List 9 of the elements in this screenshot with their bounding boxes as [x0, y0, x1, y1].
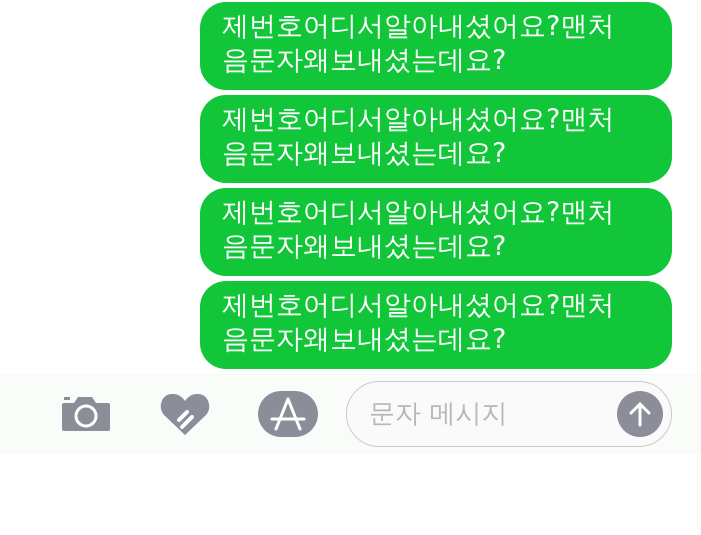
message-bubble: 제번호어디서알아내셨어요?맨처음문자왜보내셨는데요?: [200, 281, 672, 369]
app-store-icon[interactable]: [258, 391, 318, 437]
message-bubble: 제번호어디서알아내셨어요?맨처음문자왜보내셨는데요?: [200, 2, 672, 90]
camera-icon[interactable]: [60, 395, 112, 433]
message-field[interactable]: 문자 메시지: [346, 381, 672, 447]
message-bubble: 제번호어디서알아내셨어요?맨처음문자왜보내셨는데요?: [200, 95, 672, 183]
up-arrow-icon: [627, 401, 653, 427]
message-bubble: 제번호어디서알아내셨어요?맨처음문자왜보내셨는데요?: [200, 188, 672, 276]
heart-icon[interactable]: [160, 393, 210, 435]
